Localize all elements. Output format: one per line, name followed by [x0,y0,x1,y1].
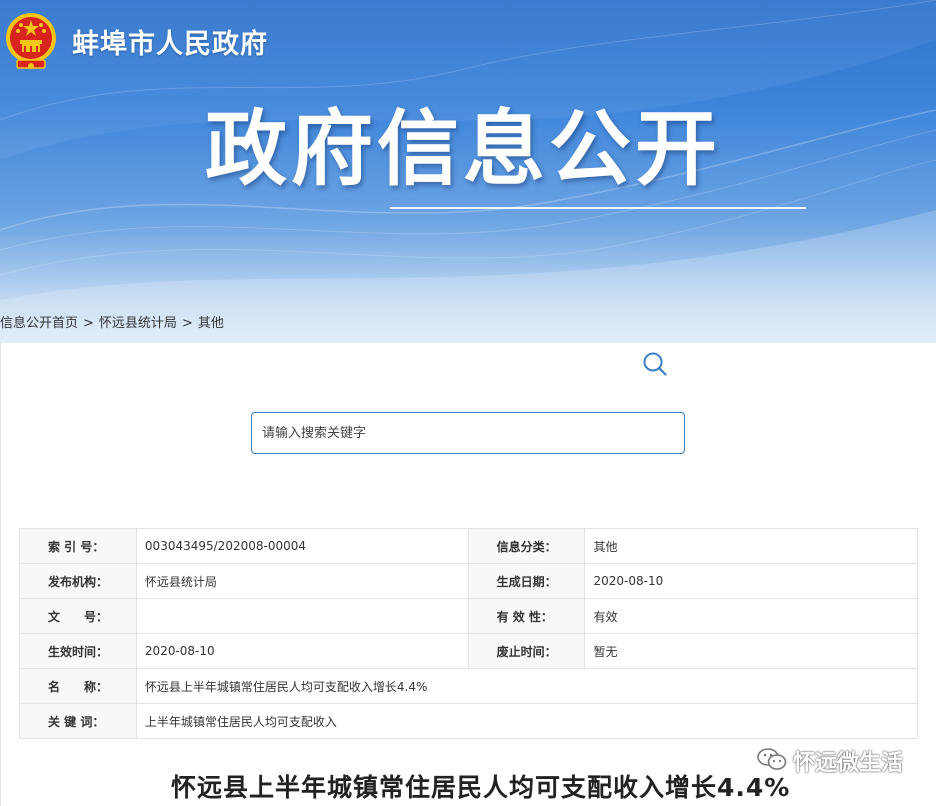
breadcrumb-home[interactable]: 信息公开首页 [0,312,78,331]
expiry-date-value: 暂无 [584,633,918,669]
index-number-label: 索 引 号： [19,528,137,564]
publisher-label: 发布机构： [19,563,137,599]
breadcrumb-department[interactable]: 怀远县统计局 [99,312,177,331]
info-metadata-table: 索 引 号： 003043495/202008-00004 信息分类： 其他 发… [19,528,919,739]
search-icon[interactable] [642,351,668,377]
site-name[interactable]: 蚌埠市人民政府 [72,22,268,61]
search-box [251,412,685,454]
breadcrumb-separator: > [83,316,94,331]
index-number-value: 003043495/202008-00004 [135,528,469,564]
document-number-label: 文 号： [19,598,137,634]
publisher-value: 怀远县统计局 [135,563,469,599]
created-date-label: 生成日期： [467,563,586,599]
keywords-label: 关 键 词： [19,703,137,739]
effective-date-label: 生效时间： [19,633,137,669]
name-label: 名 称： [19,668,137,704]
article-title: 怀远县上半年城镇常住居民人均可支配收入增长4.4% [171,773,791,802]
breadcrumb-current[interactable]: 其他 [198,312,224,331]
created-date-value: 2020-08-10 [584,563,918,599]
table-row: 发布机构： 怀远县统计局 生成日期： 2020-08-10 [19,563,918,599]
category-label: 信息分类： [467,528,586,564]
expiry-date-label: 废止时间： [467,633,586,669]
main-content: 索 引 号： 003043495/202008-00004 信息分类： 其他 发… [0,343,936,806]
table-row: 名 称： 怀远县上半年城镇常住居民人均可支配收入增长4.4% [19,668,919,704]
watermark-text: 怀远微生活 [793,751,904,776]
document-number-value [135,598,469,634]
banner-title: 政府信息公开 [205,102,722,197]
table-row: 生效时间： 2020-08-10 废止时间： 暂无 [19,633,918,669]
effective-date-value: 2020-08-10 [135,633,469,669]
table-row: 索 引 号： 003043495/202008-00004 信息分类： 其他 [19,528,918,564]
name-value: 怀远县上半年城镇常住居民人均可支配收入增长4.4% [135,668,919,704]
validity-value: 有效 [584,598,918,634]
search-input[interactable] [262,421,632,445]
table-row: 关 键 词： 上半年城镇常住居民人均可支配收入 [19,703,919,739]
table-row: 文 号： 有 效 性： 有效 [19,598,918,634]
validity-label: 有 效 性： [467,598,586,634]
national-emblem-icon [3,8,59,74]
category-value: 其他 [584,528,918,564]
keywords-value: 上半年城镇常住居民人均可支配收入 [135,703,919,739]
breadcrumb: 信息公开首页 > 怀远县统计局 > 其他 [0,312,224,331]
banner-divider [390,207,806,209]
header-banner: 蚌埠市人民政府 政府信息公开 信息公开首页 > 怀远县统计局 > 其他 [0,0,936,343]
breadcrumb-separator: > [181,316,193,331]
